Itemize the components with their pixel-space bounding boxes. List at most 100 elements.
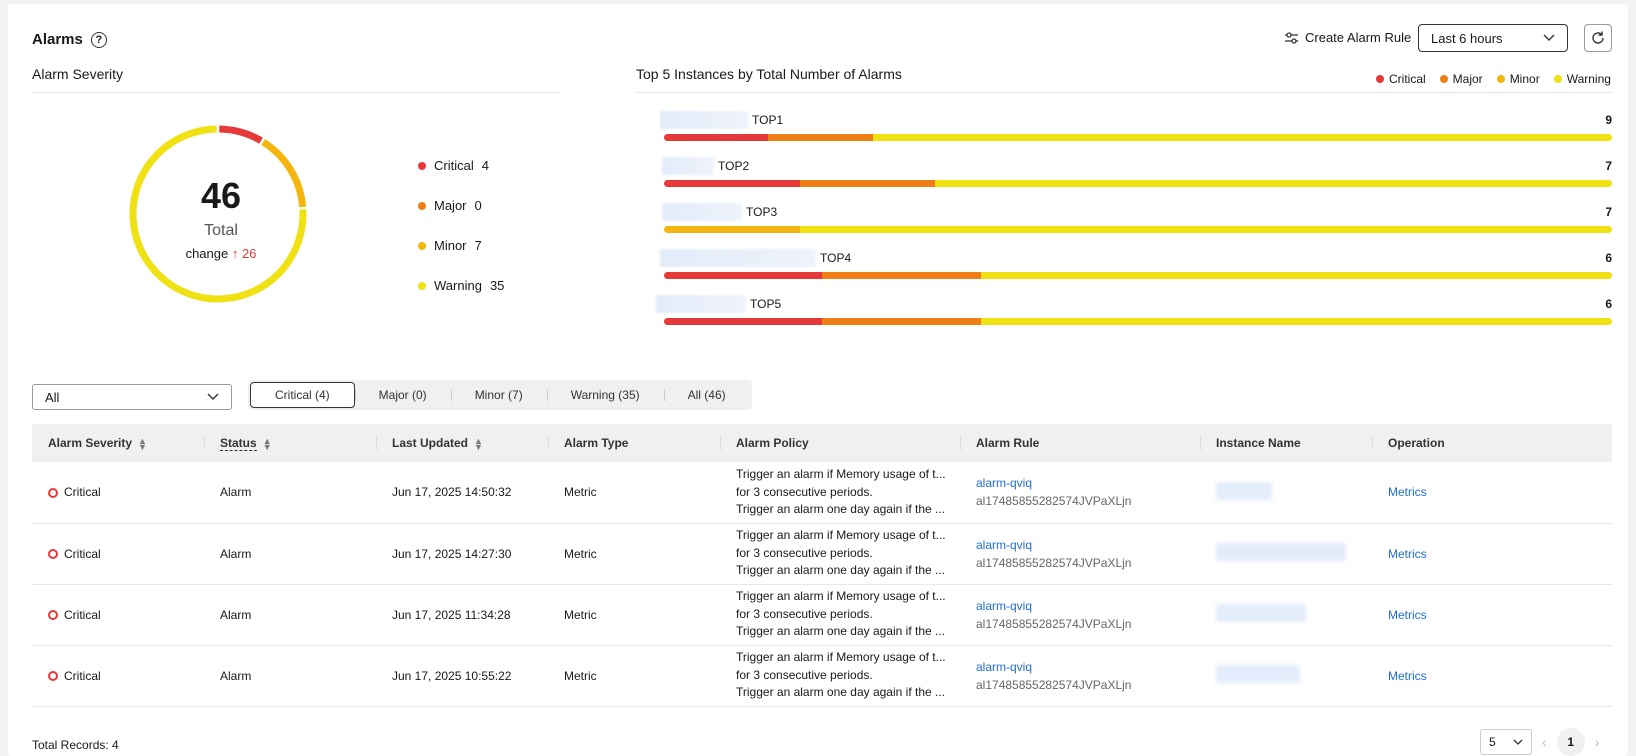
cell-instance-name [1200,584,1372,645]
legend-item-warning: Warning [1553,72,1611,86]
tab-critical[interactable]: Critical (4) [250,382,355,408]
tab-major[interactable]: Major (0) [354,382,451,408]
instance-name-redacted[interactable] [1216,665,1300,683]
sort-icon[interactable]: ▲ ▼ [474,436,483,451]
table-header-row: Alarm Severity ▲ ▼ Status ▲ ▼ Last Updated ▲ ▼ Al… [32,424,1612,462]
legend-dot [1376,75,1384,83]
stacked-bar[interactable] [664,318,1612,325]
sort-icon[interactable]: ▲ ▼ [263,436,272,451]
time-range-select[interactable]: Last 6 hours [1418,24,1568,52]
alarm-rule-link[interactable]: alarm-qviq [976,660,1200,674]
cell-alarm-type: Metric [564,668,597,683]
instance-name-redacted[interactable] [1216,604,1306,622]
severity-filter-select[interactable]: All [32,384,232,410]
column-header-status[interactable]: Status ▲ ▼ [204,424,376,462]
legend-item-major: Major [1439,72,1483,86]
instance-rank: TOP1 [752,113,784,127]
table-row: Critical Alarm Jun 17, 2025 14:27:30 Met… [32,523,1612,584]
metrics-link[interactable]: Metrics [1388,485,1427,499]
stacked-bar[interactable] [664,134,1612,141]
instance-name-redacted [662,203,742,221]
refresh-button[interactable] [1584,24,1612,52]
alarm-rule-link[interactable]: alarm-qviq [976,538,1200,552]
alarm-count: 9 [1605,113,1612,127]
bar-segment-critical [664,180,800,187]
cell-alarm-policy: Trigger an alarm if Memory usage of t...… [736,589,946,639]
tab-warning[interactable]: Warning (35) [546,382,664,408]
cell-last-updated: Jun 17, 2025 10:55:22 [392,668,512,683]
column-header-alarm-policy: Alarm Policy [720,424,960,462]
instance-name-redacted[interactable] [1216,481,1272,500]
top5-legend: Critical Major Minor Warning [1376,72,1611,86]
severity-tabs: Critical (4) Major (0) Minor (7) Warning (3… [248,380,752,410]
severity-dot [418,161,426,170]
instance-rank: TOP2 [718,159,750,173]
bar-segment-warning [980,318,1612,325]
instance-rank: TOP4 [820,251,852,265]
cell-status: Alarm [220,607,252,622]
divider [636,92,1612,93]
bar-segment-critical [664,272,823,279]
cell-last-updated: Jun 17, 2025 11:34:28 [392,607,511,622]
sliders-icon [1285,31,1298,44]
page-number-current[interactable]: 1 [1556,728,1585,756]
change-value: ↑ 26 [231,246,257,261]
page-size-select[interactable]: 5 [1480,729,1532,755]
metrics-link[interactable]: Metrics [1388,608,1427,622]
metrics-link[interactable]: Metrics [1388,547,1427,561]
severity-item-minor: Minor 7 [418,238,482,253]
bar-segment-critical [664,318,823,325]
stacked-bar[interactable] [664,180,1612,187]
create-alarm-rule-button[interactable]: Create Alarm Rule [1284,30,1411,45]
legend-dot [1496,75,1505,83]
tab-minor[interactable]: Minor (7) [450,382,547,408]
stacked-bar[interactable] [664,226,1612,233]
divider [32,92,560,93]
severity-dot [418,281,426,290]
legend-item-minor: Minor [1496,72,1540,86]
critical-status-icon [48,549,58,560]
column-header-last-updated[interactable]: Last Updated ▲ ▼ [376,424,548,462]
cell-operation: Metrics [1372,645,1612,706]
instance-name-redacted[interactable] [1216,543,1346,561]
next-page-icon[interactable]: › [1595,734,1600,750]
alarm-count: 6 [1605,251,1612,265]
column-header-alarm-rule: Alarm Rule [960,424,1200,462]
help-icon[interactable]: ? [90,31,107,48]
alarm-rule-link[interactable]: alarm-qviq [976,599,1200,613]
legend-dot [1553,75,1562,83]
cell-alarm-rule: alarm-qviq al17485855282574JVPaXLjn [960,523,1200,584]
cell-alarm-rule: alarm-qviq al17485855282574JVPaXLjn [960,584,1200,645]
cell-severity: Critical [32,584,204,645]
bar-segment-warning [799,226,1612,233]
critical-status-icon [48,610,58,621]
critical-status-icon [48,671,58,682]
instance-name-redacted [660,249,816,267]
total-alarms-value: 46 [200,175,242,216]
refresh-icon [1592,31,1604,44]
bar-segment-warning [935,180,1612,187]
instance-name-redacted [662,157,714,175]
top5-row: TOP1 9 [660,110,1612,152]
severity-item-critical: Critical 4 [418,158,489,173]
alarm-rule-link[interactable]: alarm-qviq [976,476,1200,490]
tab-all[interactable]: All (46) [663,382,750,408]
cell-severity: Critical [32,523,204,584]
column-header-alarm-severity[interactable]: Alarm Severity ▲ ▼ [32,424,204,462]
table-row: Critical Alarm Jun 17, 2025 11:34:28 Met… [32,584,1612,645]
stacked-bar[interactable] [664,272,1612,279]
chevron-down-icon [1543,34,1555,41]
alarm-count: 7 [1605,159,1612,173]
top5-row: TOP5 6 [656,294,1612,336]
prev-page-icon[interactable]: ‹ [1542,734,1547,750]
metrics-link[interactable]: Metrics [1388,669,1427,683]
cell-alarm-policy: Trigger an alarm if Memory usage of t...… [736,650,946,700]
column-header-instance-name: Instance Name [1200,424,1372,462]
donut-center: 46 Total change ↑ 26 [126,175,316,262]
cell-status: Alarm [220,485,252,500]
bar-segment-minor [664,226,800,233]
column-header-alarm-type: Alarm Type [548,424,720,462]
cell-severity: Critical [32,462,204,523]
chevron-down-icon [1513,739,1523,745]
sort-icon[interactable]: ▲ ▼ [138,436,147,451]
